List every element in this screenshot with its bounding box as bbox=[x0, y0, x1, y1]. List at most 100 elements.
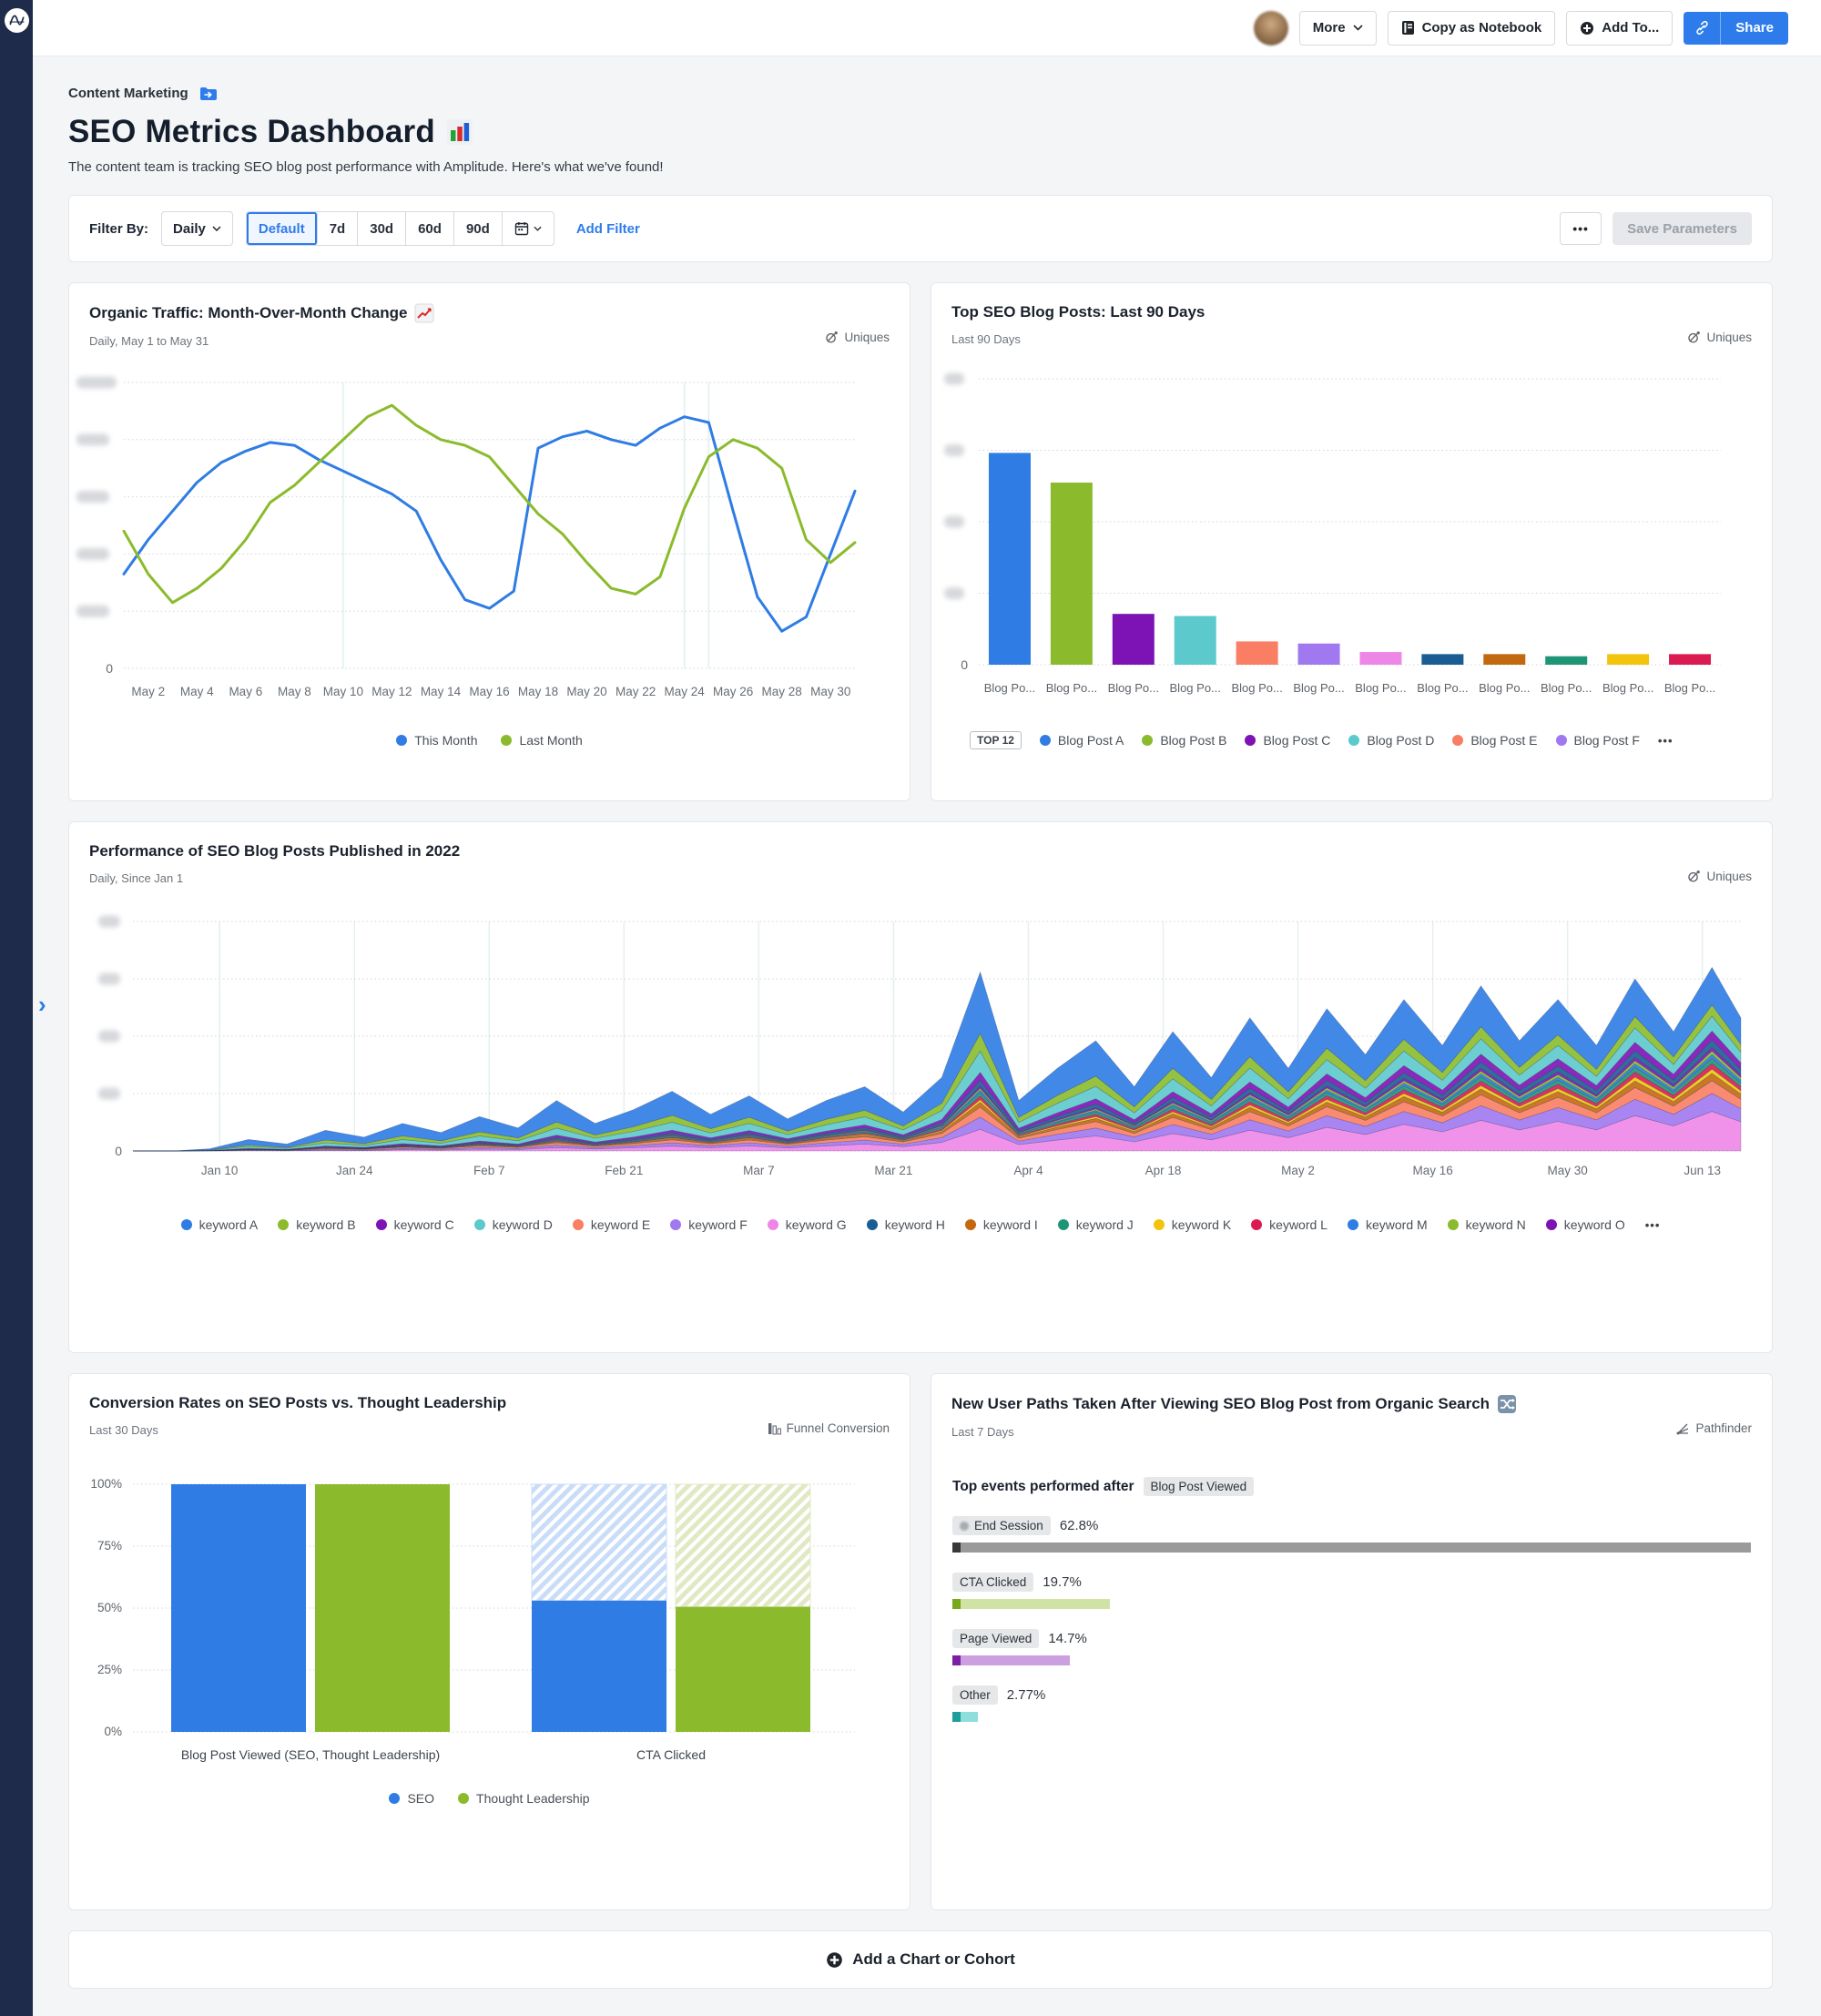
bar-remainder-hatched[interactable] bbox=[676, 1484, 810, 1607]
left-nav-rail[interactable] bbox=[0, 0, 33, 2016]
add-filter-link[interactable]: Add Filter bbox=[576, 221, 640, 237]
legend-overflow-button[interactable]: ••• bbox=[1645, 1218, 1661, 1232]
conversion-grouped-bar-chart[interactable]: 0%25%50%75%100%Blog Post Viewed (SEO, Th… bbox=[69, 1464, 910, 1784]
bar[interactable] bbox=[1669, 654, 1711, 665]
legend-item[interactable]: keyword I bbox=[965, 1217, 1038, 1232]
bar[interactable] bbox=[1483, 654, 1525, 665]
range-default[interactable]: Default bbox=[247, 212, 318, 245]
axis-tick-label: May 8 bbox=[278, 685, 311, 698]
bar[interactable] bbox=[989, 453, 1031, 665]
legend-item[interactable]: Thought Leadership bbox=[458, 1791, 590, 1806]
axis-tick-label: Blog Po... bbox=[1231, 681, 1282, 695]
legend-item[interactable]: keyword E bbox=[573, 1217, 650, 1232]
bar[interactable] bbox=[532, 1601, 666, 1732]
legend-item[interactable]: Blog Post A bbox=[1040, 733, 1124, 748]
keyword-stacked-area-chart[interactable]: 0Jan 10Jan 24Feb 7Feb 21Mar 7Mar 21Apr 4… bbox=[87, 909, 1772, 1197]
bar[interactable] bbox=[1051, 483, 1093, 665]
save-parameters-button[interactable]: Save Parameters bbox=[1612, 212, 1752, 245]
legend-dot-icon bbox=[376, 1219, 387, 1230]
range-30d[interactable]: 30d bbox=[358, 212, 406, 245]
amplitude-logo-icon[interactable] bbox=[5, 8, 29, 33]
legend-item[interactable]: SEO bbox=[389, 1791, 434, 1806]
axis-tick-label: May 10 bbox=[323, 685, 363, 698]
organic-traffic-line-chart[interactable]: 0May 2May 4May 6May 8May 10May 12May 14M… bbox=[69, 364, 910, 729]
blurred-axis-label bbox=[76, 548, 109, 560]
calendar-icon bbox=[514, 221, 529, 236]
bar[interactable] bbox=[1421, 654, 1463, 665]
legend-item[interactable]: keyword J bbox=[1058, 1217, 1134, 1232]
bar[interactable] bbox=[1607, 654, 1649, 665]
axis-tick-label: May 2 bbox=[1281, 1164, 1315, 1177]
legend-item[interactable]: keyword M bbox=[1348, 1217, 1428, 1232]
legend-item[interactable]: This Month bbox=[396, 733, 477, 748]
legend-item[interactable]: keyword N bbox=[1448, 1217, 1526, 1232]
bar[interactable] bbox=[1545, 657, 1587, 665]
legend-item[interactable]: keyword H bbox=[867, 1217, 945, 1232]
add-chart-or-cohort-button[interactable]: Add a Chart or Cohort bbox=[68, 1930, 1773, 1989]
bar[interactable] bbox=[1359, 652, 1401, 665]
funnel-conversion-icon bbox=[768, 1422, 781, 1435]
event-bar[interactable] bbox=[952, 1712, 1751, 1722]
axis-tick-label: May 18 bbox=[518, 685, 558, 698]
metric-badge-pathfinder[interactable]: Pathfinder bbox=[1676, 1421, 1752, 1435]
add-to-button[interactable]: Add To... bbox=[1566, 11, 1673, 46]
range-7d[interactable]: 7d bbox=[318, 212, 359, 245]
expand-sidebar-chevron-icon[interactable]: › bbox=[38, 993, 46, 1016]
move-to-folder-icon[interactable] bbox=[199, 87, 218, 101]
legend-item[interactable]: keyword F bbox=[670, 1217, 748, 1232]
event-chip[interactable]: Other bbox=[952, 1685, 998, 1705]
legend-item[interactable]: keyword A bbox=[181, 1217, 259, 1232]
legend-item[interactable]: keyword D bbox=[474, 1217, 553, 1232]
bar[interactable] bbox=[1175, 616, 1216, 665]
range-60d[interactable]: 60d bbox=[406, 212, 454, 245]
legend-item[interactable]: Blog Post B bbox=[1142, 733, 1226, 748]
legend-item[interactable]: Blog Post E bbox=[1452, 733, 1537, 748]
copy-link-button[interactable] bbox=[1684, 12, 1721, 45]
legend-item[interactable]: Blog Post F bbox=[1556, 733, 1640, 748]
line-series[interactable] bbox=[124, 405, 855, 603]
legend-item[interactable]: keyword L bbox=[1251, 1217, 1328, 1232]
legend-item[interactable]: Blog Post D bbox=[1348, 733, 1434, 748]
event-bar[interactable] bbox=[952, 1543, 1751, 1553]
event-chip[interactable]: CTA Clicked bbox=[952, 1573, 1033, 1592]
legend-item[interactable]: Blog Post C bbox=[1245, 733, 1330, 748]
legend-item[interactable]: keyword G bbox=[768, 1217, 847, 1232]
breadcrumb-content-marketing[interactable]: Content Marketing bbox=[68, 86, 188, 101]
metric-badge-uniques[interactable]: Uniques bbox=[1687, 331, 1752, 344]
legend-item[interactable]: keyword C bbox=[376, 1217, 454, 1232]
share-button[interactable]: Share bbox=[1721, 12, 1788, 45]
legend-item[interactable]: keyword B bbox=[278, 1217, 355, 1232]
bar-remainder-hatched[interactable] bbox=[532, 1484, 666, 1601]
event-chip[interactable]: End Session bbox=[952, 1516, 1051, 1535]
bar[interactable] bbox=[171, 1484, 306, 1732]
anchor-event-chip[interactable]: Blog Post Viewed bbox=[1144, 1477, 1255, 1496]
axis-tick-label: Blog Po... bbox=[1541, 681, 1592, 695]
top-12-badge[interactable]: TOP 12 bbox=[970, 731, 1022, 749]
event-chip[interactable]: Page Viewed bbox=[952, 1629, 1039, 1648]
copy-as-notebook-button[interactable]: Copy as Notebook bbox=[1388, 11, 1556, 46]
event-bar[interactable] bbox=[952, 1655, 1751, 1665]
legend-dot-icon bbox=[965, 1219, 976, 1230]
bar[interactable] bbox=[315, 1484, 450, 1732]
user-avatar[interactable] bbox=[1254, 11, 1288, 46]
legend-item[interactable]: keyword K bbox=[1154, 1217, 1231, 1232]
more-button[interactable]: More bbox=[1299, 11, 1377, 46]
event-bar[interactable] bbox=[952, 1599, 1751, 1609]
bar[interactable] bbox=[676, 1607, 810, 1732]
metric-badge-funnel-conversion[interactable]: Funnel Conversion bbox=[768, 1421, 890, 1435]
range-90d[interactable]: 90d bbox=[454, 212, 503, 245]
legend-item[interactable]: keyword O bbox=[1546, 1217, 1625, 1232]
top-blog-posts-bar-chart[interactable]: 0Blog Po...Blog Po...Blog Po...Blog Po..… bbox=[931, 362, 1772, 728]
custom-date-range[interactable] bbox=[503, 212, 554, 245]
line-series[interactable] bbox=[124, 417, 855, 632]
interval-dropdown[interactable]: Daily bbox=[161, 211, 233, 246]
metric-badge-uniques[interactable]: Uniques bbox=[1687, 870, 1752, 883]
metric-badge-uniques[interactable]: Uniques bbox=[825, 331, 890, 344]
bar[interactable] bbox=[1298, 644, 1340, 665]
legend-overflow-button[interactable]: ••• bbox=[1658, 734, 1673, 748]
bar[interactable] bbox=[1236, 641, 1278, 665]
bar[interactable] bbox=[1113, 614, 1155, 665]
filter-more-options-button[interactable]: ••• bbox=[1560, 212, 1602, 245]
chart-subtitle: Last 90 Days bbox=[951, 332, 1752, 346]
legend-item[interactable]: Last Month bbox=[501, 733, 582, 748]
